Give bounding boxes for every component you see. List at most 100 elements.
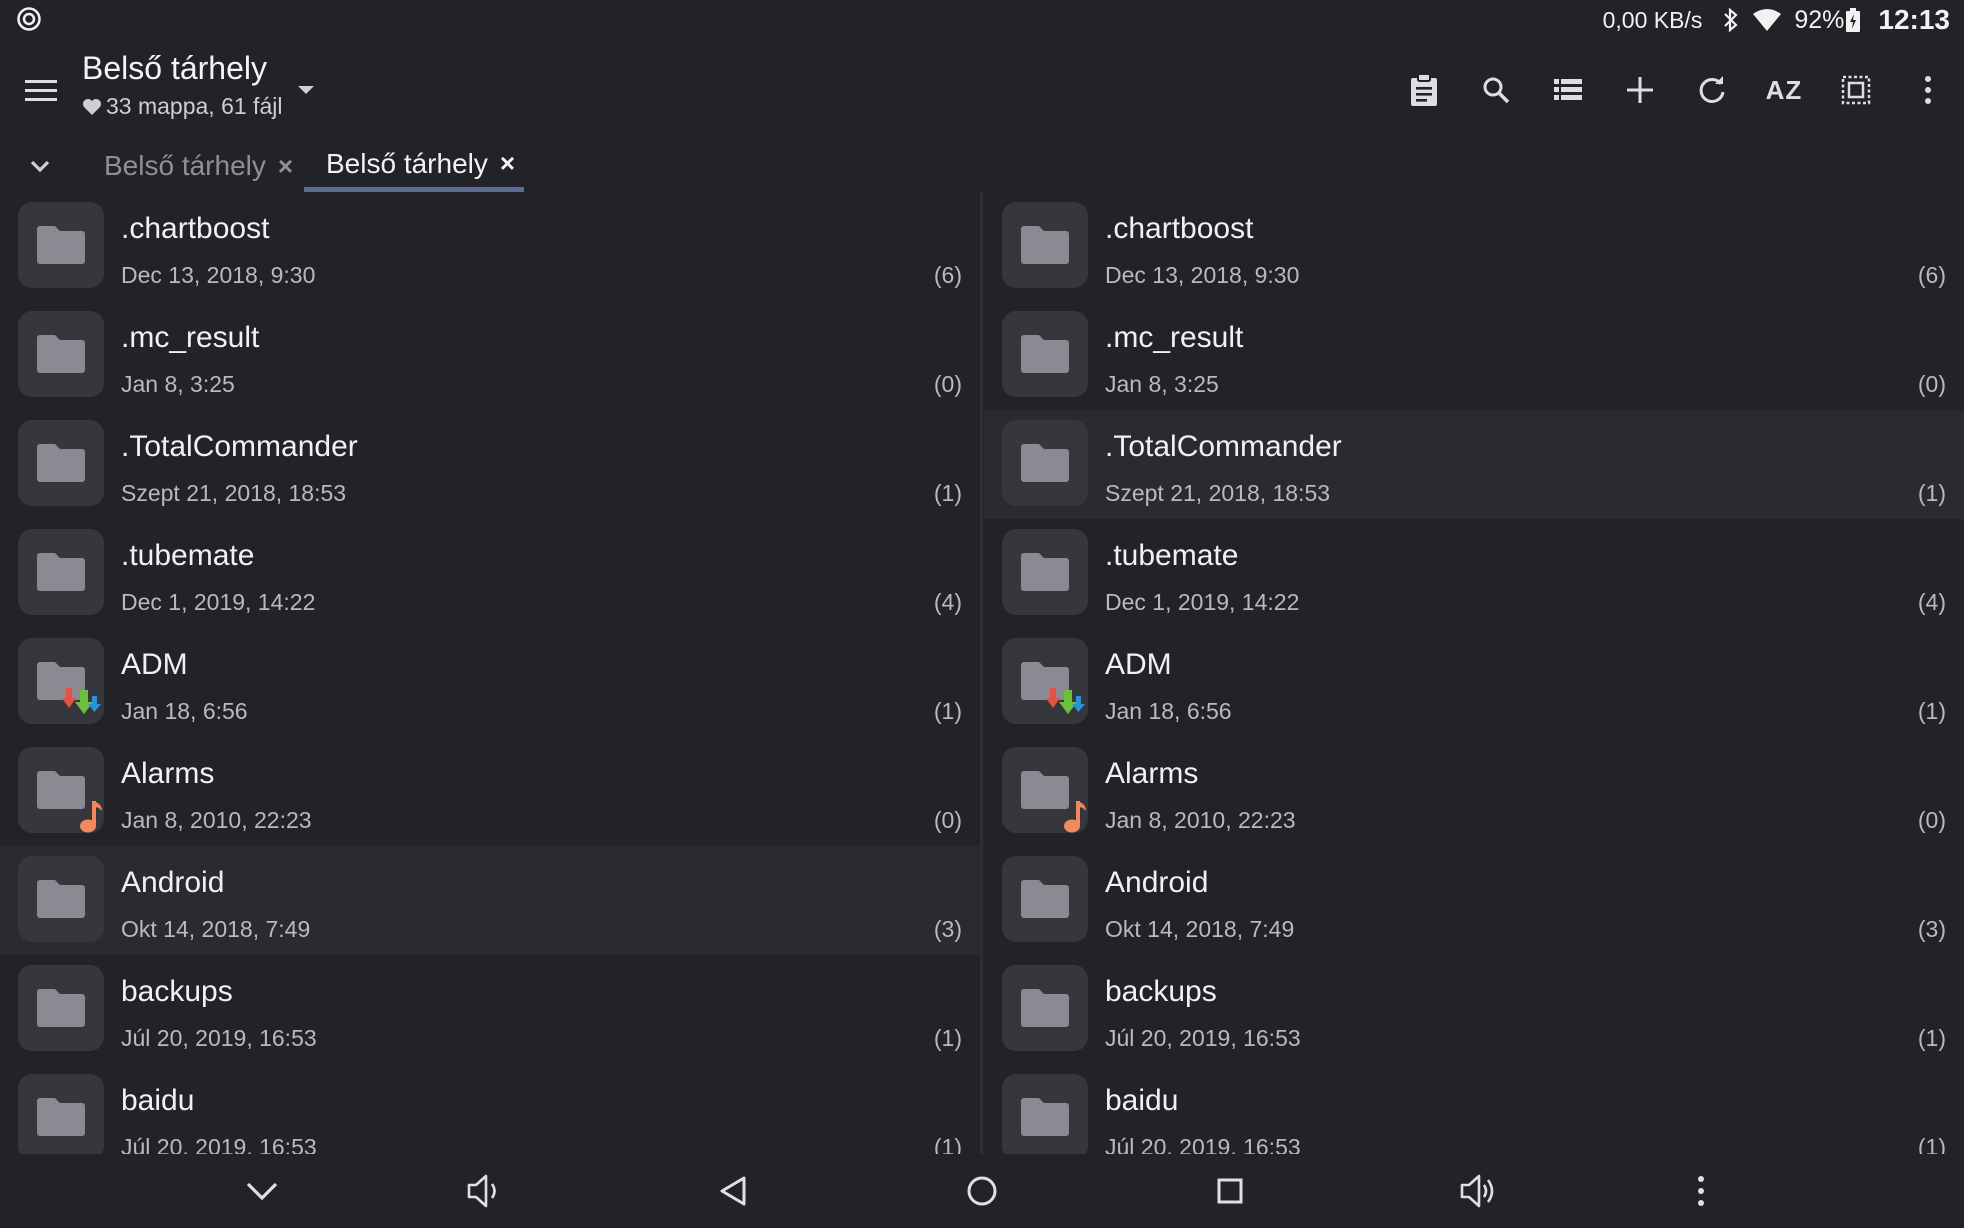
- item-name: baidu: [1105, 1084, 1179, 1117]
- list-item[interactable]: ADM Jan 18, 6:56 (1): [0, 628, 980, 737]
- music-note-badge-icon: [1064, 801, 1086, 833]
- hamburger-menu-icon[interactable]: [20, 70, 64, 110]
- list-item[interactable]: Android Okt 14, 2018, 7:49 (3): [984, 846, 1964, 955]
- item-name: .tubemate: [121, 539, 255, 572]
- tab-close-icon[interactable]: ×: [278, 151, 293, 182]
- item-date: Jan 8, 2010, 22:23: [121, 807, 312, 833]
- tab-bar: Belső tárhely × Belső tárhely ×: [0, 140, 1964, 192]
- list-item[interactable]: .tubemate Dec 1, 2019, 14:22 (4): [0, 519, 980, 628]
- item-date: Jan 18, 6:56: [121, 698, 248, 724]
- hide-nav-button[interactable]: [239, 1168, 285, 1214]
- select-all-icon: [1841, 75, 1871, 105]
- item-name: backups: [1105, 975, 1217, 1008]
- item-count: (0): [1917, 371, 1946, 397]
- network-speed: 0,00 KB/s: [1602, 6, 1703, 33]
- list-item[interactable]: ADM Jan 18, 6:56 (1): [984, 628, 1964, 737]
- folder-file-count: 33 mappa, 61 fájl: [106, 93, 283, 119]
- item-count: (1): [1917, 698, 1946, 724]
- folder-icon: [1002, 420, 1088, 506]
- item-name: .TotalCommander: [121, 430, 358, 463]
- item-count: (1): [1917, 480, 1946, 506]
- tab-left-pane[interactable]: Belső tárhely ×: [104, 140, 293, 192]
- item-date: Jan 8, 2010, 22:23: [1105, 807, 1296, 833]
- item-count: (6): [1917, 262, 1946, 288]
- item-date: Szept 21, 2018, 18:53: [121, 480, 347, 506]
- chevron-down-icon[interactable]: [24, 150, 56, 182]
- folder-music-icon: [1002, 747, 1088, 833]
- item-date: Szept 21, 2018, 18:53: [1105, 480, 1331, 506]
- list-item[interactable]: .mc_result Jan 8, 3:25 (0): [0, 301, 980, 410]
- list-item[interactable]: Alarms Jan 8, 2010, 22:23 (0): [0, 737, 980, 846]
- folder-icon: [1002, 529, 1088, 615]
- more-options-button[interactable]: [1892, 62, 1964, 118]
- recents-button[interactable]: [1207, 1168, 1253, 1214]
- list-view-icon: [1554, 79, 1582, 100]
- tab-right-pane[interactable]: Belső tárhely ×: [304, 140, 524, 192]
- item-date: Júl 20, 2019, 16:53: [121, 1134, 317, 1154]
- volume-up-icon: [1460, 1174, 1494, 1208]
- left-file-pane[interactable]: .chartboost Dec 13, 2018, 9:30 (6) .mc_r…: [0, 192, 980, 1154]
- list-item[interactable]: .chartboost Dec 13, 2018, 9:30 (6): [984, 192, 1964, 301]
- list-item[interactable]: baidu Júl 20, 2019, 16:53 (1): [984, 1064, 1964, 1154]
- item-name: baidu: [121, 1084, 195, 1117]
- list-item-selected[interactable]: Android Okt 14, 2018, 7:49 (3): [0, 846, 980, 955]
- folder-icon: [18, 420, 104, 506]
- right-file-pane[interactable]: .chartboost Dec 13, 2018, 9:30 (6) .mc_r…: [984, 192, 1964, 1154]
- item-date: Júl 20, 2019, 16:53: [1105, 1025, 1301, 1051]
- list-item[interactable]: Alarms Jan 8, 2010, 22:23 (0): [984, 737, 1964, 846]
- list-view-button[interactable]: [1532, 62, 1604, 118]
- item-count: (4): [933, 589, 962, 615]
- list-item[interactable]: baidu Júl 20, 2019, 16:53 (1): [0, 1064, 980, 1154]
- music-note-badge-icon: [80, 801, 102, 833]
- item-date: Okt 14, 2018, 7:49: [121, 916, 311, 942]
- folder-icon: [18, 1074, 104, 1154]
- list-item[interactable]: .tubemate Dec 1, 2019, 14:22 (4): [984, 519, 1964, 628]
- list-item[interactable]: backups Júl 20, 2019, 16:53 (1): [0, 955, 980, 1064]
- list-item[interactable]: backups Júl 20, 2019, 16:53 (1): [984, 955, 1964, 1064]
- add-button[interactable]: [1604, 62, 1676, 118]
- item-date: Okt 14, 2018, 7:49: [1105, 916, 1295, 942]
- item-count: (3): [933, 916, 962, 942]
- battery-charging-icon: [1846, 8, 1861, 32]
- list-item[interactable]: .mc_result Jan 8, 3:25 (0): [984, 301, 1964, 410]
- item-name: .tubemate: [1105, 539, 1239, 572]
- item-name: Android: [1105, 866, 1209, 899]
- tab-label: Belső tárhely: [326, 147, 488, 179]
- volume-up-button[interactable]: [1455, 1168, 1501, 1214]
- back-button[interactable]: [710, 1168, 756, 1214]
- list-item[interactable]: .chartboost Dec 13, 2018, 9:30 (6): [0, 192, 980, 301]
- item-date: Dec 13, 2018, 9:30: [121, 262, 316, 288]
- clipboard-button[interactable]: [1388, 62, 1460, 118]
- list-item[interactable]: .TotalCommander Szept 21, 2018, 18:53 (1…: [0, 410, 980, 519]
- item-date: Jan 18, 6:56: [1105, 698, 1232, 724]
- sort-button[interactable]: AZ: [1748, 62, 1820, 118]
- page-title: Belső tárhely: [82, 50, 267, 86]
- list-item-selected[interactable]: .TotalCommander Szept 21, 2018, 18:53 (1…: [984, 410, 1964, 519]
- home-button[interactable]: [959, 1168, 1005, 1214]
- item-count: (0): [1917, 807, 1946, 833]
- item-name: Alarms: [1105, 757, 1199, 790]
- pane-divider[interactable]: [980, 192, 983, 1154]
- back-triangle-icon: [720, 1176, 746, 1206]
- item-name: .chartboost: [121, 212, 270, 245]
- folder-icon: [18, 202, 104, 288]
- volume-down-button[interactable]: [462, 1168, 508, 1214]
- item-date: Dec 1, 2019, 14:22: [1105, 589, 1300, 615]
- search-button[interactable]: [1460, 62, 1532, 118]
- volume-down-icon: [467, 1174, 496, 1208]
- select-all-button[interactable]: [1820, 62, 1892, 118]
- folder-icon: [1002, 311, 1088, 397]
- recents-square-icon: [1217, 1178, 1243, 1204]
- tab-close-icon[interactable]: ×: [500, 148, 515, 179]
- item-count: (3): [1917, 916, 1946, 942]
- nav-more-button[interactable]: [1678, 1168, 1724, 1214]
- folder-download-icon: [18, 638, 104, 724]
- dropdown-arrow-icon[interactable]: [294, 78, 318, 102]
- item-date: Júl 20, 2019, 16:53: [1105, 1134, 1301, 1154]
- folder-icon: [1002, 202, 1088, 288]
- item-name: .mc_result: [121, 321, 260, 354]
- location-selector[interactable]: Belső tárhely 33 mappa, 61 fájl: [82, 50, 282, 120]
- clipboard-icon: [1411, 73, 1437, 106]
- item-name: .mc_result: [1105, 321, 1244, 354]
- refresh-button[interactable]: [1676, 62, 1748, 118]
